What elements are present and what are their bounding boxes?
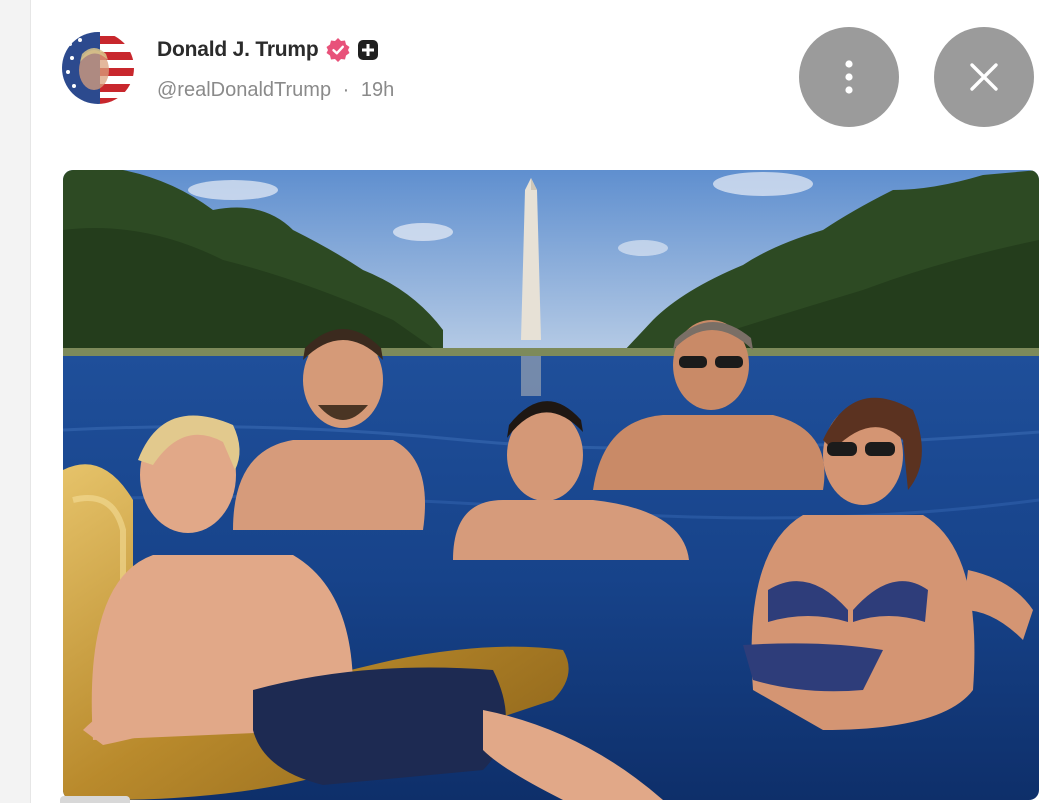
author-handle[interactable]: @realDonaldTrump (157, 79, 331, 101)
avatar[interactable] (62, 32, 134, 104)
post-image[interactable] (63, 170, 1039, 800)
flag-portrait-avatar-icon (62, 32, 134, 104)
verified-badge-icon (326, 38, 350, 62)
post-timestamp[interactable]: 19h (361, 79, 394, 101)
close-icon (970, 63, 998, 91)
plus-badge-icon (357, 40, 378, 60)
pool-photo (63, 170, 1039, 800)
bottom-edge-fragment (60, 796, 130, 803)
author-row: Donald J. Trump (157, 36, 379, 64)
close-button[interactable] (934, 27, 1034, 127)
meta-separator: · (342, 79, 350, 101)
more-options-button[interactable] (799, 27, 899, 127)
author-name[interactable]: Donald J. Trump (157, 38, 319, 62)
more-vertical-icon (845, 60, 853, 94)
post-meta: @realDonaldTrump · 19h (157, 79, 394, 102)
